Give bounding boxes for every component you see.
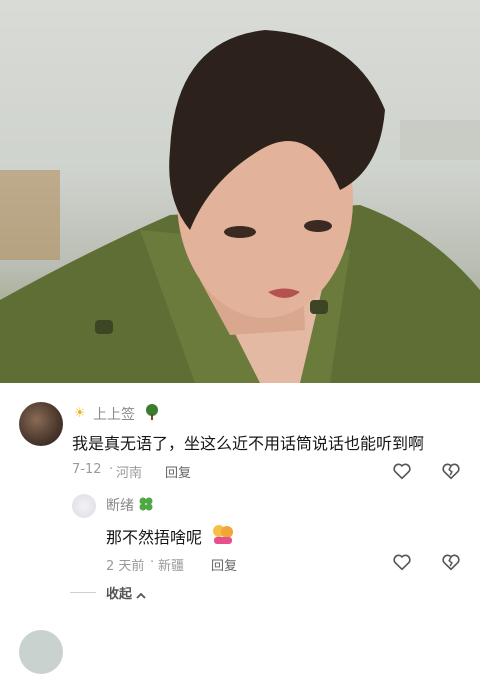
heart-outline-icon[interactable] — [391, 551, 413, 573]
video-frame[interactable] — [0, 0, 480, 383]
chevron-up-icon — [135, 587, 147, 599]
comment-date: 7-12 — [72, 462, 102, 477]
hugging-couple-emoji — [211, 523, 235, 545]
tree-icon — [144, 404, 160, 420]
sun-icon: ☀ — [74, 406, 86, 421]
reply-username[interactable]: 断绪 — [106, 495, 134, 515]
broken-heart-icon[interactable] — [440, 460, 462, 482]
video-still-image — [0, 30, 480, 383]
reply-text: 那不然捂啥呢 — [106, 528, 203, 547]
avatar[interactable] — [19, 630, 63, 674]
reply-location: 新疆 — [158, 559, 185, 574]
broken-heart-icon[interactable] — [440, 551, 462, 573]
divider — [70, 592, 96, 593]
heart-outline-icon[interactable] — [391, 460, 413, 482]
reply-button[interactable]: 回复 — [165, 462, 191, 481]
collapse-replies-button[interactable]: 收起 — [70, 583, 147, 602]
collapse-label: 收起 — [106, 587, 133, 602]
meta-separator: · — [150, 555, 155, 570]
avatar[interactable] — [72, 494, 96, 518]
comment-username[interactable]: 上上签 — [93, 404, 135, 424]
comment-text: 我是真无语了，坐这么近不用话筒说话也能听到啊 — [72, 434, 425, 453]
avatar[interactable] — [19, 402, 63, 446]
clover-icon — [138, 496, 154, 512]
reply-button[interactable]: 回复 — [211, 555, 237, 574]
reply-date: 2 天前 — [106, 559, 145, 574]
comment-location: 河南 — [116, 466, 143, 481]
meta-separator: · — [109, 462, 114, 477]
